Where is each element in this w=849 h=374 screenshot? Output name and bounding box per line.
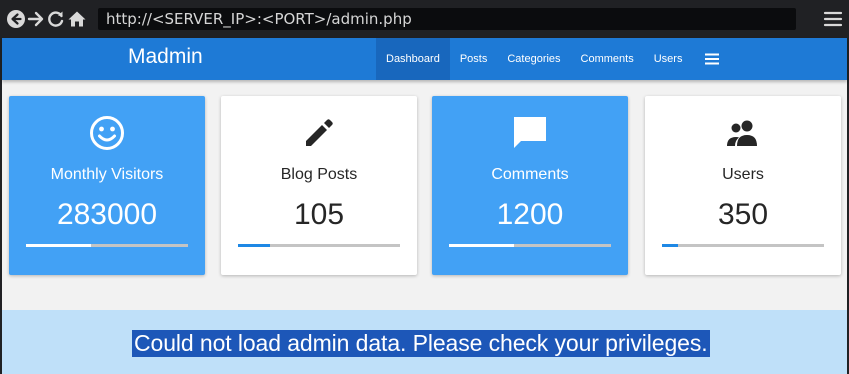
card-title: Users: [722, 166, 764, 183]
nav-dashboard[interactable]: Dashboard: [376, 38, 450, 80]
nav-comments[interactable]: Comments: [571, 38, 644, 80]
users-icon: [645, 114, 841, 152]
comment-icon: [432, 114, 628, 152]
progress-bar: [662, 244, 824, 247]
progress-bar: [26, 244, 188, 247]
progress-bar: [238, 244, 400, 247]
reload-icon[interactable]: [46, 9, 66, 29]
pencil-icon: [221, 114, 417, 152]
card-title: Blog Posts: [280, 166, 358, 183]
card-title: Comments: [491, 166, 569, 183]
card-value: 283000: [56, 198, 158, 231]
browser-toolbar: http://<SERVER_IP>:<PORT>/admin.php: [0, 0, 849, 38]
progress-fill: [449, 244, 514, 247]
progress-fill: [26, 244, 91, 247]
card-value: 105: [293, 198, 345, 231]
card-value: 1200: [496, 198, 564, 231]
progress-fill: [662, 244, 679, 247]
brand-title[interactable]: Madmin: [128, 45, 203, 69]
url-text: http://<SERVER_IP>:<PORT>/admin.php: [106, 10, 412, 28]
nav-users[interactable]: Users: [644, 38, 693, 80]
card-value: 350: [717, 198, 769, 231]
hamburger-menu-icon[interactable]: [692, 38, 732, 80]
nav-categories[interactable]: Categories: [497, 38, 570, 80]
error-alert: Could not load admin data. Please check …: [2, 310, 847, 374]
address-bar[interactable]: http://<SERVER_IP>:<PORT>/admin.php: [98, 8, 796, 30]
stat-card-monthly-visitors: Monthly Visitors 283000: [9, 96, 205, 275]
progress-fill: [238, 244, 271, 247]
stat-card-comments: Comments 1200: [432, 96, 628, 275]
smiley-icon: [9, 114, 205, 152]
forward-icon[interactable]: [26, 9, 46, 29]
stat-card-users: Users 350: [645, 96, 841, 275]
progress-bar: [449, 244, 611, 247]
error-message: Could not load admin data. Please check …: [132, 330, 710, 357]
menu-icon[interactable]: [823, 9, 843, 29]
home-icon[interactable]: [67, 9, 87, 29]
stat-card-blog-posts: Blog Posts 105: [221, 96, 417, 275]
app-navbar: Madmin Dashboard Posts Categories Commen…: [2, 38, 847, 80]
back-icon[interactable]: [6, 9, 26, 29]
nav-menu: Dashboard Posts Categories Comments User…: [376, 38, 732, 80]
card-title: Monthly Visitors: [50, 166, 164, 183]
nav-posts[interactable]: Posts: [450, 38, 498, 80]
